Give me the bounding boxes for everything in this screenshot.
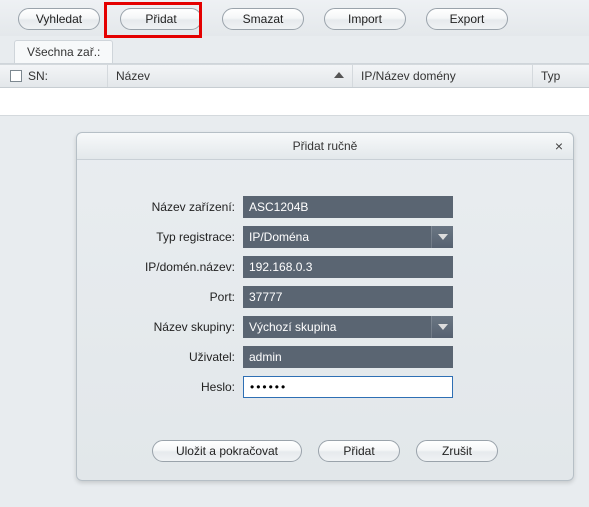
user-input[interactable] xyxy=(243,346,453,368)
ip-domain-input[interactable] xyxy=(243,256,453,278)
delete-button[interactable]: Smazat xyxy=(222,8,304,30)
main-toolbar: Vyhledat Přidat Smazat Import Export xyxy=(0,0,589,36)
label-password: Heslo: xyxy=(107,380,243,394)
select-all-checkbox[interactable] xyxy=(10,70,22,82)
label-group: Název skupiny: xyxy=(107,320,243,334)
save-continue-button[interactable]: Uložit a pokračovat xyxy=(152,440,302,462)
sort-asc-icon xyxy=(334,72,344,78)
cancel-button[interactable]: Zrušit xyxy=(416,440,498,462)
device-name-input[interactable] xyxy=(243,196,453,218)
dialog-body: Název zařízení: Typ registrace: IP/Domén… xyxy=(77,160,573,426)
dialog-title-text: Přidat ručně xyxy=(293,139,358,153)
column-sn-label: SN: xyxy=(28,69,48,83)
device-grid-header: SN: Název IP/Název domény Typ xyxy=(0,64,589,88)
label-reg-type: Typ registrace: xyxy=(107,230,243,244)
add-button[interactable]: Přidat xyxy=(120,8,202,30)
label-device-name: Název zařízení: xyxy=(107,200,243,214)
column-type-label: Typ xyxy=(541,69,560,83)
group-value: Výchozí skupina xyxy=(249,320,336,334)
import-button[interactable]: Import xyxy=(324,8,406,30)
label-user: Uživatel: xyxy=(107,350,243,364)
device-tabstrip: Všechna zař.: xyxy=(0,40,589,64)
add-manually-dialog: Přidat ručně × Název zařízení: Typ regis… xyxy=(76,132,574,481)
column-type[interactable]: Typ xyxy=(533,65,589,87)
close-icon[interactable]: × xyxy=(555,138,563,154)
search-button[interactable]: Vyhledat xyxy=(18,8,100,30)
export-button[interactable]: Export xyxy=(426,8,508,30)
dialog-button-row: Uložit a pokračovat Přidat Zrušit xyxy=(77,426,573,480)
column-sn[interactable]: SN: xyxy=(0,65,108,87)
label-ip-domain: IP/domén.název: xyxy=(107,260,243,274)
password-input[interactable] xyxy=(243,376,453,398)
group-select[interactable]: Výchozí skupina xyxy=(243,316,453,338)
chevron-down-icon xyxy=(431,316,453,338)
column-ip-label: IP/Název domény xyxy=(361,69,456,83)
tab-all-devices[interactable]: Všechna zař.: xyxy=(14,40,113,63)
reg-type-value: IP/Doména xyxy=(249,230,309,244)
column-name[interactable]: Název xyxy=(108,65,353,87)
reg-type-select[interactable]: IP/Doména xyxy=(243,226,453,248)
port-input[interactable] xyxy=(243,286,453,308)
dialog-titlebar: Přidat ručně × xyxy=(77,133,573,160)
device-grid-body xyxy=(0,88,589,116)
chevron-down-icon xyxy=(431,226,453,248)
column-name-label: Název xyxy=(116,69,150,83)
label-port: Port: xyxy=(107,290,243,304)
dialog-add-button[interactable]: Přidat xyxy=(318,440,400,462)
column-ip[interactable]: IP/Název domény xyxy=(353,65,533,87)
